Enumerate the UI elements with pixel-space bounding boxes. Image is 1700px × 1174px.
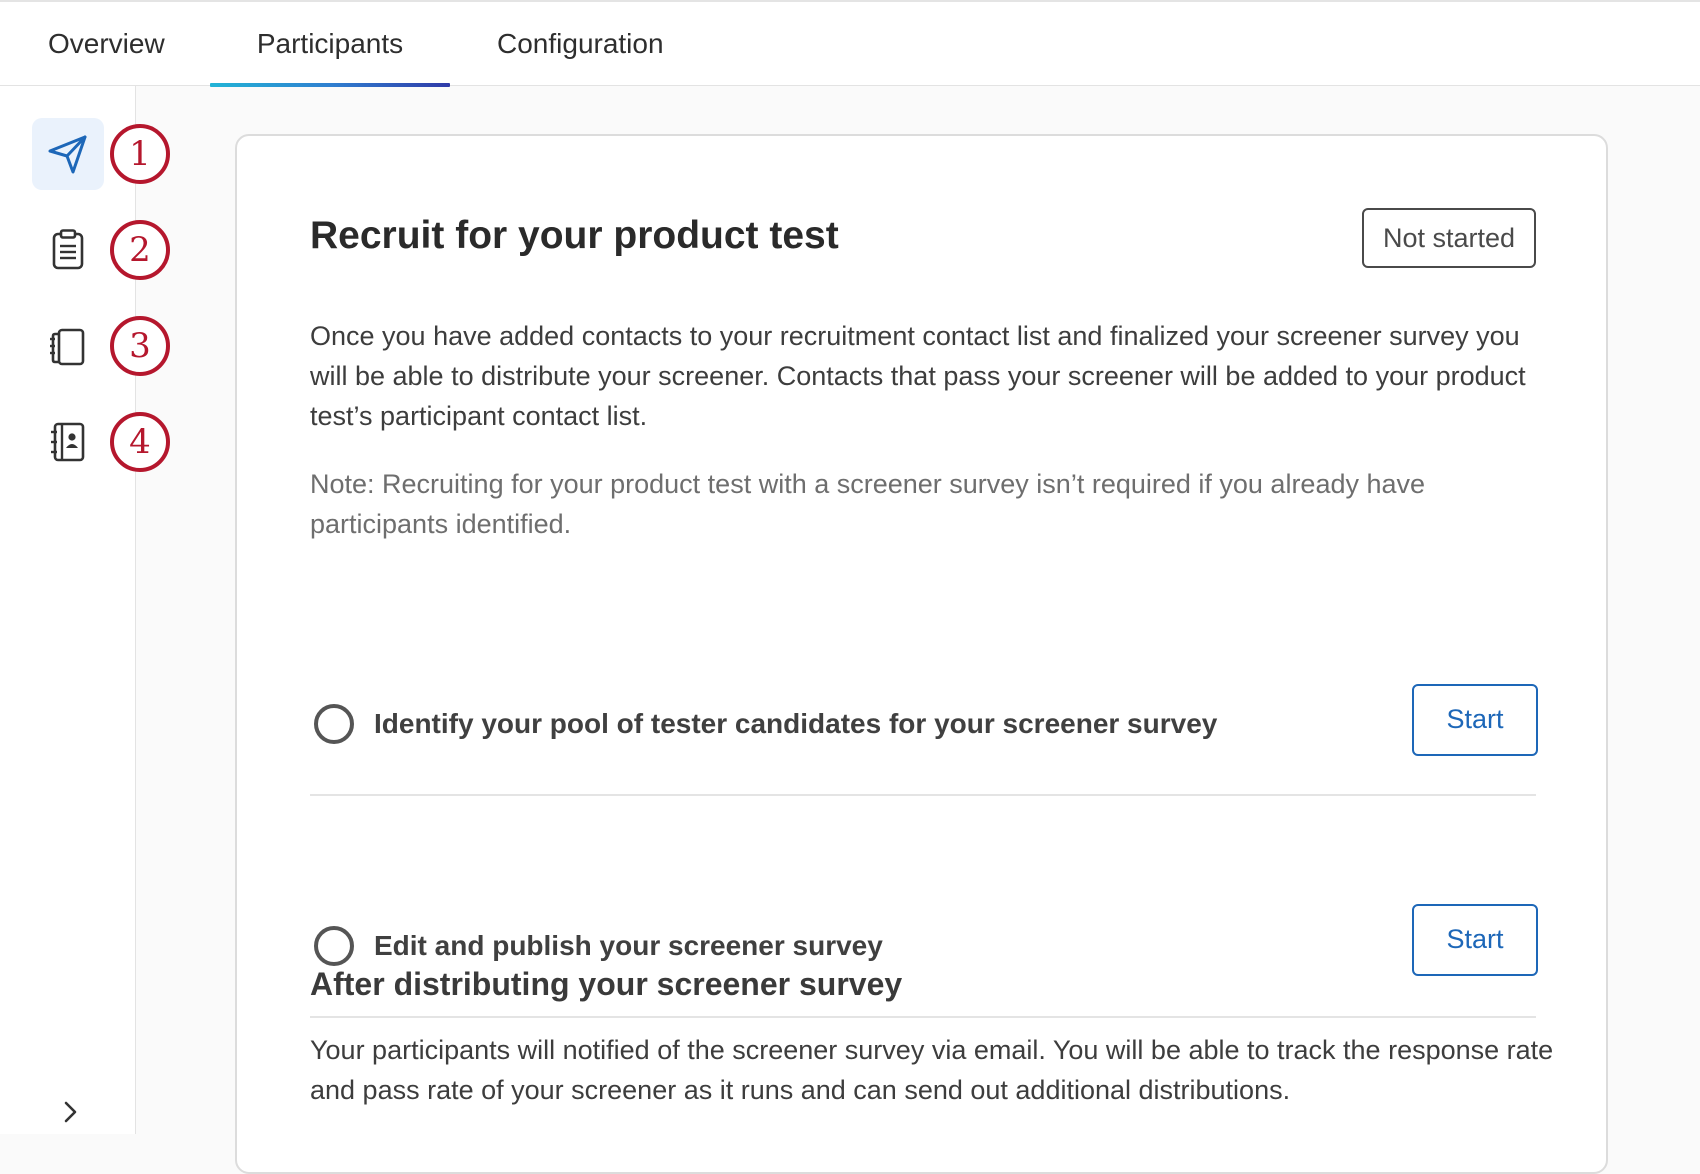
tab-participants[interactable]: Participants bbox=[210, 28, 450, 86]
step-badge-3: 3 bbox=[110, 316, 170, 376]
pages-icon bbox=[50, 328, 85, 366]
step-badge-2: 2 bbox=[110, 220, 170, 280]
task-row-identify-pool: Identify your pool of tester candidates … bbox=[310, 574, 1538, 796]
card-title: Recruit for your product test bbox=[310, 214, 839, 257]
sidebar-item-distribute[interactable] bbox=[32, 118, 104, 190]
step-badge-1: 1 bbox=[110, 124, 170, 184]
top-tab-bar: Overview Participants Configuration bbox=[0, 0, 1700, 87]
step-badge-4: 4 bbox=[110, 412, 170, 472]
clipboard-icon bbox=[52, 229, 84, 270]
task-label: Edit and publish your screener survey bbox=[374, 930, 883, 961]
sidebar: 1 2 3 4 bbox=[0, 86, 170, 1134]
start-edit-publish-button[interactable]: Start bbox=[1412, 904, 1538, 976]
after-distributing-title: After distributing your screener survey bbox=[310, 966, 903, 1002]
task-radio[interactable] bbox=[314, 704, 354, 744]
after-distributing-text: Your participants will notified of the s… bbox=[310, 1035, 1554, 1105]
task-radio[interactable] bbox=[314, 926, 354, 966]
tab-configuration[interactable]: Configuration bbox=[497, 28, 667, 86]
status-badge: Not started bbox=[1362, 208, 1536, 268]
send-icon bbox=[48, 135, 87, 174]
recruit-card: Recruit for your product test Not starte… bbox=[235, 134, 1608, 1174]
chevron-right-icon[interactable] bbox=[58, 1098, 82, 1126]
card-description: Once you have added contacts to your rec… bbox=[310, 321, 1526, 431]
sidebar-item-survey[interactable] bbox=[32, 214, 104, 286]
sidebar-item-contacts[interactable] bbox=[32, 406, 104, 478]
start-identify-pool-button[interactable]: Start bbox=[1412, 684, 1538, 756]
tab-overview[interactable]: Overview bbox=[48, 28, 165, 86]
contact-book-icon bbox=[51, 422, 85, 462]
task-label: Identify your pool of tester candidates … bbox=[374, 708, 1218, 739]
sidebar-item-pages[interactable] bbox=[32, 310, 104, 382]
active-tab-indicator bbox=[210, 83, 450, 87]
card-note: Note: Recruiting for your product test w… bbox=[310, 469, 1426, 539]
